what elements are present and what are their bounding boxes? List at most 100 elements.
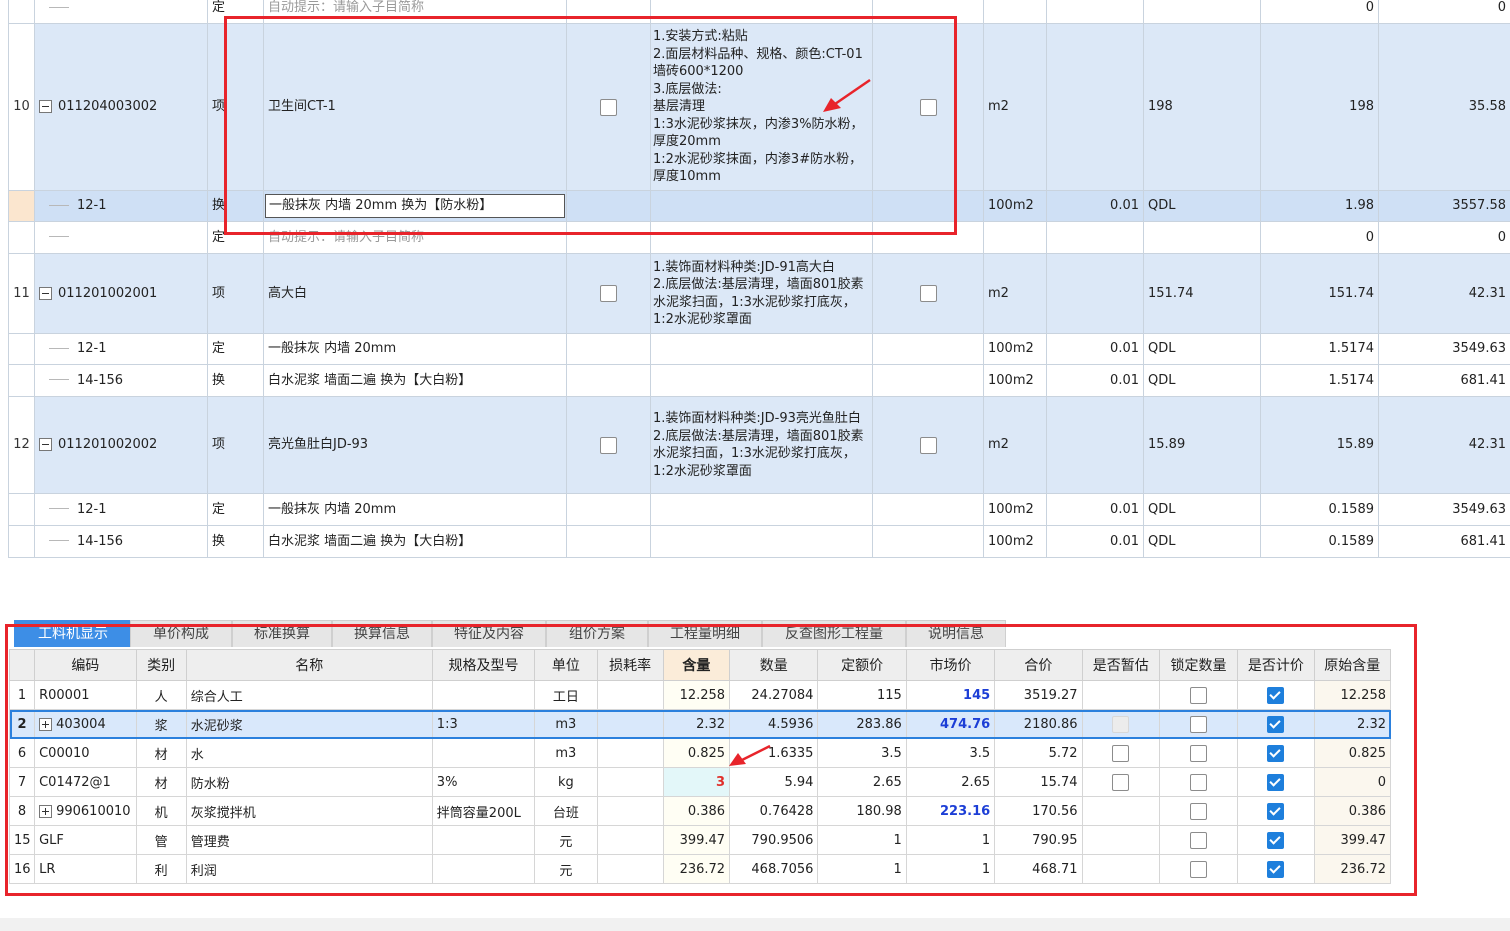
coef-cell[interactable]: 0.01 [1046, 364, 1144, 397]
checkbox-cell[interactable] [566, 253, 651, 334]
coef-cell[interactable] [1046, 253, 1144, 334]
collapse-icon[interactable] [39, 100, 52, 113]
checkbox-cell[interactable] [872, 525, 984, 558]
checkbox[interactable] [919, 436, 937, 454]
quantity-expr-cell[interactable]: QDL [1143, 364, 1261, 397]
quantity-cell[interactable]: 151.74 [1260, 253, 1379, 334]
checkbox-cell[interactable] [872, 396, 984, 494]
code-cell[interactable]: 12-1 [34, 493, 208, 526]
name-cell[interactable]: 高大白 [263, 253, 567, 334]
checkbox[interactable] [600, 285, 617, 302]
quantity-cell[interactable]: 0 [1260, 0, 1379, 24]
unit-cell[interactable]: 100m2 [983, 364, 1047, 397]
unit-cell[interactable]: m2 [983, 253, 1047, 334]
code-cell[interactable]: 011201002001 [34, 253, 208, 334]
type-cell: 项 [207, 253, 264, 334]
unit-cell[interactable] [983, 0, 1047, 24]
quantity-expr-cell[interactable]: 151.74 [1143, 253, 1261, 334]
quantity-cell[interactable]: 1.98 [1260, 190, 1379, 222]
coef-cell[interactable] [1046, 0, 1144, 24]
checkbox-cell[interactable] [566, 493, 651, 526]
feature-description[interactable] [650, 525, 873, 558]
unit-cell[interactable] [983, 221, 1047, 254]
code-cell[interactable]: 12-1 [34, 190, 208, 222]
coef-cell[interactable]: 0.01 [1046, 190, 1144, 222]
checkbox[interactable] [919, 285, 937, 302]
code-text: 12-1 [77, 501, 107, 517]
collapse-icon[interactable] [39, 286, 52, 300]
row-number [8, 221, 35, 254]
code-cell[interactable]: 011201002002 [34, 396, 208, 494]
quota-row[interactable]: 12-1 定一般抹灰 内墙 20mm 100m2 0.01 QDL 1.5174 3549.… [8, 333, 1510, 365]
quantity-expr-cell[interactable]: 15.89 [1143, 396, 1261, 494]
tree-connector [49, 236, 69, 238]
quantity-expr-cell[interactable]: QDL [1143, 333, 1261, 365]
quantity-expr-cell[interactable]: QDL [1143, 493, 1261, 526]
checkbox-cell[interactable] [566, 525, 651, 558]
quantity-cell[interactable]: 198 [1260, 23, 1379, 191]
coef-cell[interactable] [1046, 23, 1144, 191]
quantity-cell[interactable]: 1.5174 [1260, 333, 1379, 365]
bill-item-row[interactable]: 11 011201002001 项高大白 1.装饰面材料种类:JD-91高大白 2.底… [8, 253, 1510, 334]
feature-description[interactable]: 1.装饰面材料种类:JD-91高大白 2.底层做法:基层清理，墙面801胶素水泥… [650, 253, 873, 334]
quantity-expr-cell[interactable]: 198 [1143, 23, 1261, 191]
quantity-cell[interactable]: 15.89 [1260, 396, 1379, 494]
coef-cell[interactable] [1046, 221, 1144, 254]
name-cell[interactable]: 白水泥浆 墙面二遍 换为【大白粉】 [263, 364, 567, 397]
bill-item-row[interactable]: 12 011201002002 项亮光鱼肚白JD-93 1.装饰面材料种类:JD-93… [8, 396, 1510, 494]
name-text: 一般抹灰 内墙 20mm [268, 341, 397, 356]
unit-price-cell: 681.41 [1378, 364, 1510, 397]
type-cell: 换 [207, 364, 264, 397]
unit-cell[interactable]: 100m2 [983, 525, 1047, 558]
row-number: 11 [8, 253, 35, 334]
feature-description[interactable]: 1.装饰面材料种类:JD-93亮光鱼肚白 2.底层做法:基层清理，墙面801胶素… [650, 396, 873, 494]
coef-cell[interactable] [1046, 396, 1144, 494]
code-cell[interactable] [34, 0, 208, 24]
checkbox-cell[interactable] [872, 364, 984, 397]
unit-cell[interactable]: m2 [983, 23, 1047, 191]
unit-cell[interactable]: m2 [983, 396, 1047, 494]
checkbox[interactable] [600, 436, 617, 454]
code-text: 011201002002 [58, 437, 158, 452]
name-text: 自动提示：请输入子目简称 [268, 0, 425, 15]
quantity-expr-cell[interactable]: QDL [1143, 525, 1261, 558]
coef-cell[interactable]: 0.01 [1046, 493, 1144, 526]
code-cell[interactable]: 14-156 [34, 364, 208, 397]
name-cell[interactable]: 一般抹灰 内墙 20mm [263, 493, 567, 526]
name-cell[interactable]: 一般抹灰 内墙 20mm [263, 333, 567, 365]
checkbox-cell[interactable] [872, 253, 984, 334]
unit-price-cell: 681.41 [1378, 525, 1510, 558]
checkbox-cell[interactable] [566, 396, 651, 494]
quantity-cell[interactable]: 0.1589 [1260, 525, 1379, 558]
feature-description[interactable] [650, 333, 873, 365]
quota-row[interactable]: 12-1 定一般抹灰 内墙 20mm 100m2 0.01 QDL 0.1589 3549.… [8, 493, 1510, 526]
quota-row[interactable]: 14-156 换白水泥浆 墙面二遍 换为【大白粉】 100m2 0.01 QDL 1.51… [8, 364, 1510, 397]
unit-cell[interactable]: 100m2 [983, 190, 1047, 222]
feature-description[interactable] [650, 364, 873, 397]
quantity-cell[interactable]: 1.5174 [1260, 364, 1379, 397]
quota-row[interactable]: 14-156 换白水泥浆 墙面二遍 换为【大白粉】 100m2 0.01 QDL 0.15… [8, 525, 1510, 558]
checkbox-cell[interactable] [566, 364, 651, 397]
name-cell[interactable]: 亮光鱼肚白JD-93 [263, 396, 567, 494]
quantity-expr-cell[interactable] [1143, 221, 1261, 254]
code-cell[interactable] [34, 221, 208, 254]
coef-cell[interactable]: 0.01 [1046, 333, 1144, 365]
checkbox-cell[interactable] [872, 493, 984, 526]
checkbox-cell[interactable] [872, 333, 984, 365]
quantity-expr-cell[interactable]: QDL [1143, 190, 1261, 222]
code-cell[interactable]: 12-1 [34, 333, 208, 365]
unit-cell[interactable]: 100m2 [983, 493, 1047, 526]
quantity-cell[interactable]: 0 [1260, 221, 1379, 254]
quantity-expr-cell[interactable] [1143, 0, 1261, 24]
checkbox-cell[interactable] [566, 333, 651, 365]
code-text: 14-156 [77, 372, 124, 388]
feature-description[interactable] [650, 493, 873, 526]
quantity-cell[interactable]: 0.1589 [1260, 493, 1379, 526]
code-cell[interactable]: 14-156 [34, 525, 208, 558]
collapse-icon[interactable] [39, 438, 52, 451]
code-cell[interactable]: 011204003002 [34, 23, 208, 191]
name-cell[interactable]: 白水泥浆 墙面二遍 换为【大白粉】 [263, 525, 567, 558]
coef-cell[interactable]: 0.01 [1046, 525, 1144, 558]
unit-cell[interactable]: 100m2 [983, 333, 1047, 365]
code-text: 12-1 [77, 341, 107, 356]
